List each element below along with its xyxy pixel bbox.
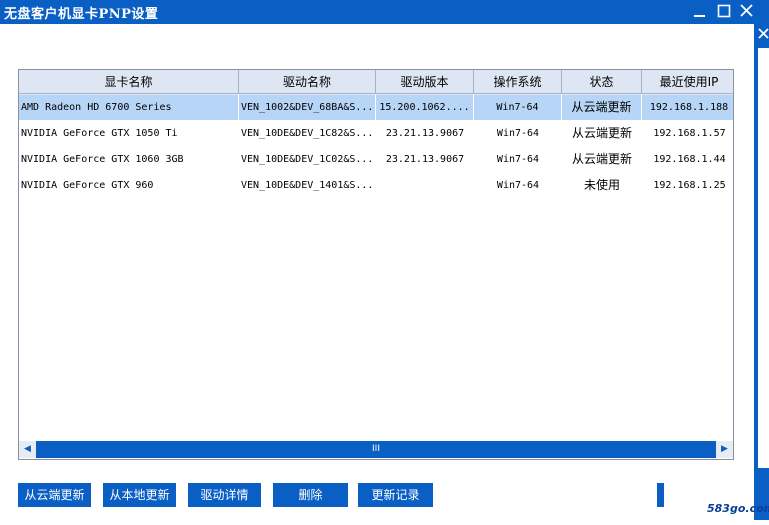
cell-driver-version: 23.21.13.9067 [385, 154, 465, 165]
col-header-last-ip[interactable]: 最近使用IP [642, 70, 733, 94]
delete-button[interactable]: 删除 [273, 483, 348, 507]
gpu-table: 显卡名称 驱动名称 驱动版本 操作系统 状态 最近使用IP AMD Radeon… [18, 69, 734, 460]
cell-last-ip: 192.168.1.57 [653, 128, 726, 139]
cloud-update-button[interactable]: 从云端更新 [18, 483, 91, 507]
cell-os: Win7-64 [474, 95, 562, 120]
cell-driver-name: VEN_1002&DEV_68BA&S... [239, 95, 376, 120]
right-edge-frame [754, 24, 769, 520]
scrollbar-thumb[interactable]: III [36, 441, 716, 458]
table-row[interactable]: NVIDIA GeForce GTX 960 VEN_10DE&DEV_1401… [19, 173, 733, 198]
watermark: 583go.com [707, 502, 769, 515]
minimize-icon [694, 15, 705, 17]
cell-gpu-name: NVIDIA GeForce GTX 1050 Ti [21, 128, 178, 139]
minimize-button[interactable] [691, 2, 709, 20]
col-header-gpu-name[interactable]: 显卡名称 [19, 70, 239, 94]
cell-status: 未使用 [583, 178, 620, 192]
cell-driver-version [376, 173, 474, 198]
close-button[interactable] [738, 2, 756, 20]
driver-details-button[interactable]: 驱动详情 [188, 483, 261, 507]
close-icon [740, 4, 753, 17]
maximize-button[interactable] [716, 2, 734, 20]
cell-last-ip: 192.168.1.188 [642, 95, 733, 120]
cell-driver-name: VEN_10DE&DEV_1C82&S... [241, 128, 374, 139]
horizontal-scrollbar[interactable]: ◀ III ▶ [19, 441, 733, 458]
cell-driver-version: 23.21.13.9067 [385, 128, 465, 139]
frame-gap [758, 48, 769, 468]
scroll-right-arrow-icon[interactable]: ▶ [716, 441, 733, 458]
cell-last-ip: 192.168.1.44 [653, 154, 726, 165]
partial-button[interactable] [657, 483, 664, 507]
cell-last-ip: 192.168.1.25 [653, 180, 726, 191]
update-log-button[interactable]: 更新记录 [358, 483, 433, 507]
window-title: 无盘客户机显卡PNP设置 [4, 7, 159, 22]
cell-os: Win7-64 [496, 128, 540, 139]
cell-driver-name: VEN_10DE&DEV_1C02&S... [241, 154, 374, 165]
scroll-left-arrow-icon[interactable]: ◀ [19, 441, 36, 458]
cell-status: 从云端更新 [571, 152, 632, 166]
maximize-icon [717, 4, 731, 18]
cell-status: 从云端更新 [562, 95, 642, 120]
col-header-status[interactable]: 状态 [562, 70, 642, 94]
secondary-close-icon[interactable] [758, 28, 769, 39]
cell-driver-name: VEN_10DE&DEV_1401&S... [241, 180, 374, 191]
cell-gpu-name: NVIDIA GeForce GTX 960 [21, 180, 154, 191]
col-header-driver-name[interactable]: 驱动名称 [239, 70, 376, 94]
cell-driver-version: 15.200.1062.... [376, 95, 474, 120]
cell-gpu-name: NVIDIA GeForce GTX 1060 3GB [21, 154, 184, 165]
col-header-os[interactable]: 操作系统 [474, 70, 562, 94]
col-header-driver-version[interactable]: 驱动版本 [376, 70, 474, 94]
cell-gpu-name: AMD Radeon HD 6700 Series [19, 95, 239, 120]
local-update-button[interactable]: 从本地更新 [103, 483, 176, 507]
table-row[interactable]: NVIDIA GeForce GTX 1060 3GB VEN_10DE&DEV… [19, 147, 733, 172]
table-row[interactable]: NVIDIA GeForce GTX 1050 Ti VEN_10DE&DEV_… [19, 121, 733, 146]
table-header: 显卡名称 驱动名称 驱动版本 操作系统 状态 最近使用IP [19, 70, 733, 95]
cell-os: Win7-64 [496, 154, 540, 165]
cell-os: Win7-64 [496, 180, 540, 191]
table-row[interactable]: AMD Radeon HD 6700 Series VEN_1002&DEV_6… [19, 95, 733, 120]
cell-status: 从云端更新 [571, 126, 632, 140]
title-bar: 无盘客户机显卡PNP设置 [0, 0, 769, 24]
